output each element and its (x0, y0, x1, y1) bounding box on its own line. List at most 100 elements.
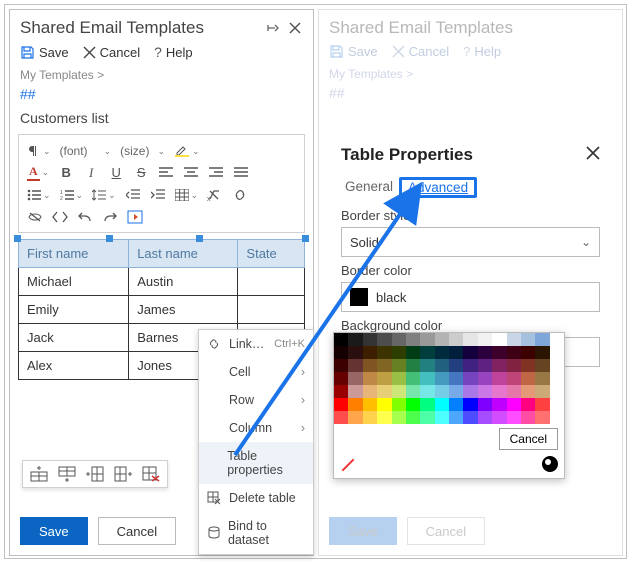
palette-cell[interactable] (521, 372, 535, 385)
number-list-button[interactable]: 12⌄ (60, 189, 84, 201)
undo-button[interactable] (77, 209, 93, 225)
palette-cell[interactable] (435, 346, 449, 359)
palette-cell[interactable] (334, 411, 348, 424)
palette-cell[interactable] (420, 346, 434, 359)
palette-cell[interactable] (463, 359, 477, 372)
palette-cell[interactable] (449, 359, 463, 372)
palette-cell[interactable] (550, 333, 564, 346)
align-justify-button[interactable] (233, 165, 249, 181)
palette-cell[interactable] (463, 411, 477, 424)
palette-cell[interactable] (435, 359, 449, 372)
palette-cell[interactable] (535, 385, 549, 398)
palette-cell[interactable] (449, 346, 463, 359)
col-header[interactable]: State (238, 240, 305, 268)
palette-cell[interactable] (406, 346, 420, 359)
palette-cell[interactable] (535, 372, 549, 385)
align-right-button[interactable] (208, 165, 224, 181)
bold-button[interactable]: B (58, 165, 74, 181)
insert-col-left-icon[interactable] (86, 466, 104, 482)
palette-cell[interactable] (507, 359, 521, 372)
palette-cell[interactable] (449, 372, 463, 385)
palette-cell[interactable] (420, 359, 434, 372)
palette-cell[interactable] (406, 411, 420, 424)
palette-cell[interactable] (449, 385, 463, 398)
palette-cell[interactable] (334, 385, 348, 398)
menu-bind-dataset[interactable]: Bind to dataset (199, 512, 313, 554)
palette-cell[interactable] (377, 333, 391, 346)
palette-cell[interactable] (363, 385, 377, 398)
palette-cell[interactable] (377, 411, 391, 424)
palette-cell[interactable] (435, 411, 449, 424)
palette-cell[interactable] (492, 411, 506, 424)
insert-row-below-icon[interactable] (58, 466, 76, 482)
palette-cell[interactable] (535, 359, 549, 372)
insert-macro-button[interactable] (127, 209, 143, 225)
clear-format-button[interactable]: x (207, 187, 223, 203)
palette-cell[interactable] (348, 372, 362, 385)
palette-cell[interactable] (478, 333, 492, 346)
footer-save-button[interactable]: Save (20, 517, 88, 545)
redo-button[interactable] (102, 209, 118, 225)
palette-cell[interactable] (550, 372, 564, 385)
palette-cell[interactable] (406, 359, 420, 372)
palette-cell[interactable] (406, 372, 420, 385)
cell[interactable]: James (129, 296, 238, 324)
cancel-button[interactable]: Cancel (83, 45, 140, 60)
palette-cell[interactable] (492, 333, 506, 346)
palette-cell[interactable] (449, 333, 463, 346)
palette-cell[interactable] (435, 333, 449, 346)
strike-button[interactable]: S (133, 165, 149, 181)
border-color-field[interactable]: black (341, 282, 600, 312)
cell[interactable]: Emily (19, 296, 129, 324)
size-select[interactable]: (size)⌄ (120, 144, 165, 158)
tab-advanced[interactable]: Advanced (404, 178, 472, 197)
palette-cell[interactable] (334, 333, 348, 346)
palette-cell[interactable] (363, 411, 377, 424)
menu-cell[interactable]: Cell (199, 358, 313, 386)
palette-cell[interactable] (377, 372, 391, 385)
delete-table-icon[interactable] (142, 466, 160, 482)
palette-cell[interactable] (420, 372, 434, 385)
palette-cell[interactable] (463, 385, 477, 398)
link-button[interactable] (232, 187, 248, 203)
palette-cell[interactable] (435, 372, 449, 385)
palette-cell[interactable] (406, 385, 420, 398)
palette-cell[interactable] (348, 398, 362, 411)
palette-cell[interactable] (392, 411, 406, 424)
font-select[interactable]: (font)⌄ (60, 144, 112, 158)
cell[interactable]: Austin (129, 268, 238, 296)
palette-cell[interactable] (492, 398, 506, 411)
palette-cell[interactable] (392, 333, 406, 346)
line-height-button[interactable]: ⌄ (92, 189, 116, 201)
cell[interactable]: Alex (19, 352, 129, 380)
palette-cell[interactable] (492, 372, 506, 385)
save-button[interactable]: Save (20, 45, 69, 60)
palette-cell[interactable] (521, 411, 535, 424)
palette-cell[interactable] (377, 346, 391, 359)
paragraph-style-select[interactable]: ⌄ (27, 144, 51, 158)
palette-cell[interactable] (550, 411, 564, 424)
palette-cell[interactable] (363, 359, 377, 372)
palette-cell[interactable] (449, 398, 463, 411)
table-button[interactable]: ⌄ (175, 189, 199, 201)
palette-cell[interactable] (392, 359, 406, 372)
palette-cell[interactable] (478, 385, 492, 398)
palette-cell[interactable] (334, 372, 348, 385)
palette-cell[interactable] (406, 333, 420, 346)
close-icon[interactable] (287, 20, 303, 36)
palette-cell[interactable] (492, 359, 506, 372)
palette-cancel-button[interactable]: Cancel (499, 428, 558, 450)
palette-cell[interactable] (348, 346, 362, 359)
palette-cell[interactable] (492, 346, 506, 359)
align-center-button[interactable] (183, 165, 199, 181)
menu-column[interactable]: Column (199, 414, 313, 442)
palette-cell[interactable] (535, 346, 549, 359)
underline-button[interactable]: U (108, 165, 124, 181)
palette-cell[interactable] (363, 372, 377, 385)
cell[interactable]: Michael (19, 268, 129, 296)
palette-cell[interactable] (463, 333, 477, 346)
palette-cell[interactable] (392, 398, 406, 411)
palette-cell[interactable] (521, 346, 535, 359)
help-button[interactable]: ? Help (154, 44, 193, 60)
palette-cell[interactable] (348, 411, 362, 424)
